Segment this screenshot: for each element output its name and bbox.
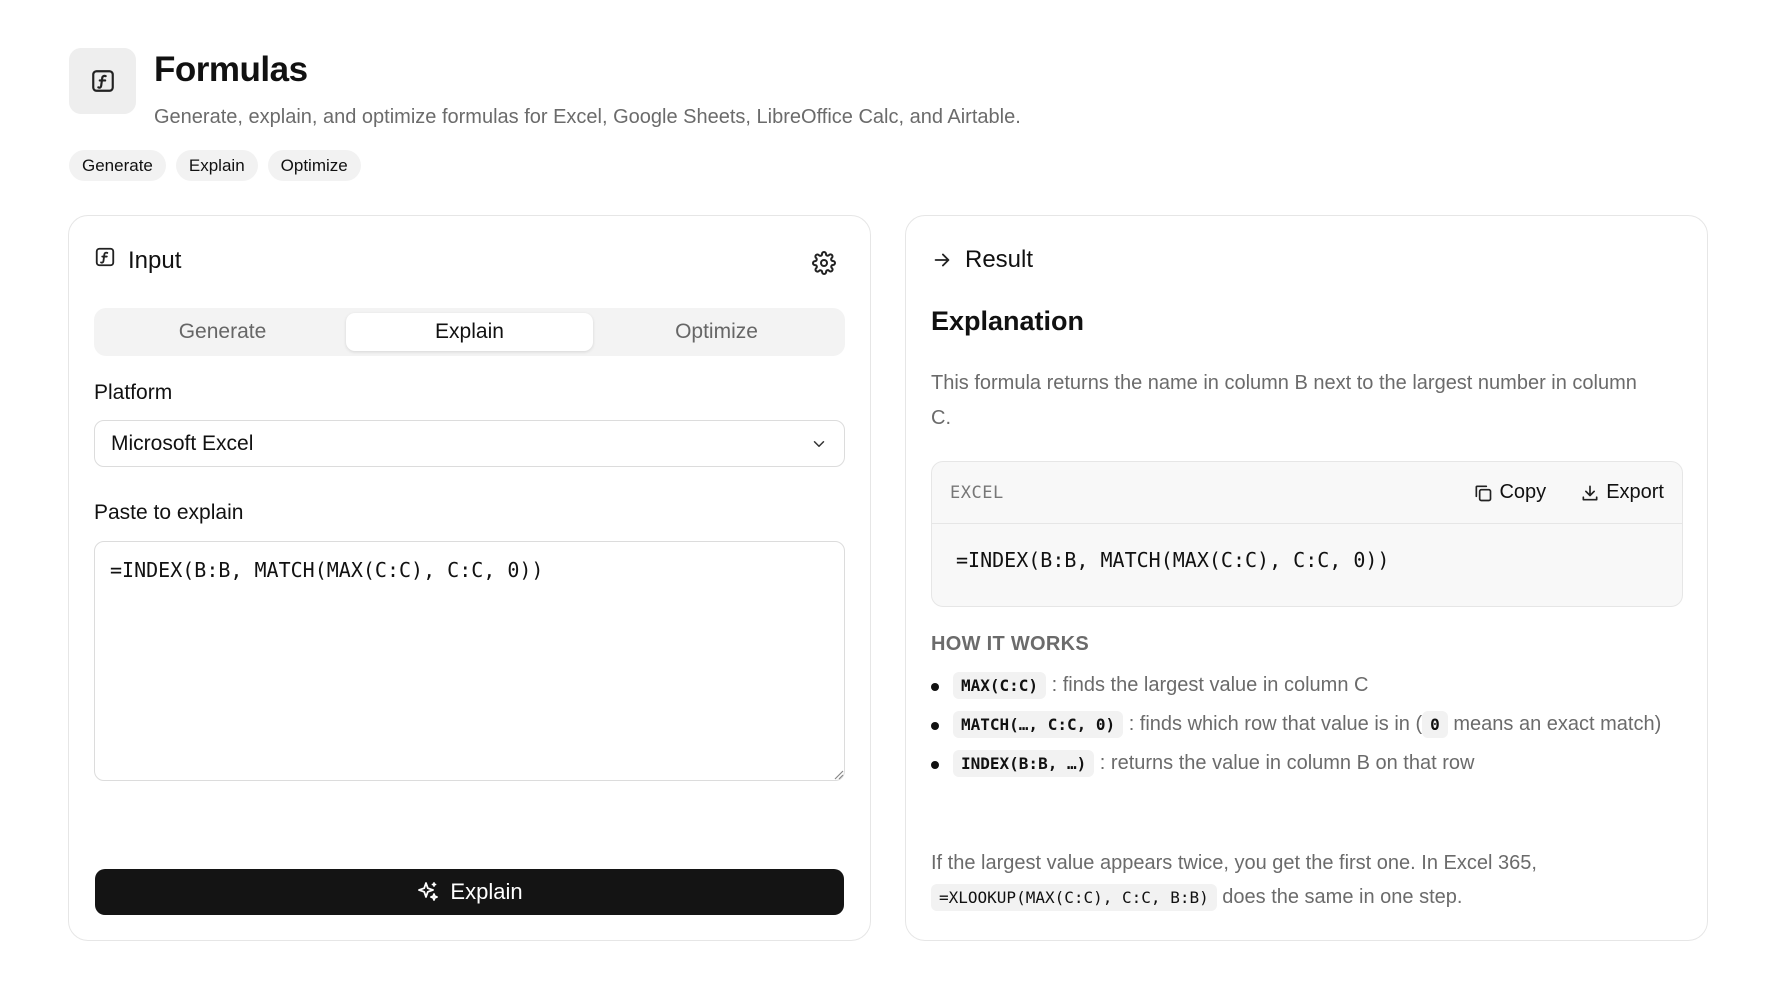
input-card-header: Input	[94, 246, 181, 275]
how-it-works-list: MAX(C:C) : finds the largest value in co…	[931, 671, 1681, 788]
page-title: Formulas	[154, 50, 308, 89]
footer-note: If the largest value appears twice, you …	[931, 846, 1681, 914]
sparkles-icon	[418, 882, 439, 901]
chip-optimize: Optimize	[267, 150, 361, 181]
chip-explain: Explain	[175, 150, 258, 181]
arrow-right-icon	[934, 253, 950, 267]
formula-input[interactable]: =INDEX(B:B, MATCH(MAX(C:C), C:C, 0))	[94, 541, 845, 781]
function-icon	[94, 246, 116, 275]
export-button[interactable]: Export	[1580, 481, 1664, 504]
explain-button[interactable]: Explain	[95, 869, 844, 915]
platform-label: Platform	[94, 381, 173, 404]
explain-button-label: Explain	[450, 879, 523, 904]
copy-label: Copy	[1499, 481, 1547, 503]
chevron-down-icon	[813, 440, 825, 447]
note-suffix: does the same in one step.	[1216, 886, 1463, 908]
code-actions: Copy Export	[1473, 481, 1664, 504]
mode-tabs: Generate Explain Optimize	[94, 308, 845, 356]
inline-code: 0	[1422, 711, 1448, 738]
gear-icon	[812, 251, 836, 275]
explanation-title: Explanation	[931, 306, 1085, 336]
tab-optimize[interactable]: Optimize	[593, 313, 840, 351]
step-text: : returns the value in column B on that …	[1099, 752, 1475, 774]
copy-icon	[1475, 485, 1492, 501]
input-card: Input Generate Explain Optimize Platform…	[68, 215, 871, 941]
platform-select[interactable]: Microsoft Excel	[94, 420, 845, 467]
inline-code: INDEX(B:B, …)	[953, 750, 1095, 777]
step-text-2: means an exact match)	[1447, 713, 1662, 735]
inline-code: MATCH(…, C:C, 0)	[953, 711, 1124, 738]
list-item: INDEX(B:B, …) : returns the value in col…	[931, 749, 1681, 778]
note-prefix: If the largest value appears twice, you …	[931, 852, 1537, 874]
result-card-header: Result	[931, 246, 1033, 274]
settings-button[interactable]	[811, 250, 837, 276]
copy-button[interactable]: Copy	[1473, 481, 1546, 504]
how-it-works-title: HOW IT WORKS	[931, 633, 1090, 655]
paste-label: Paste to explain	[94, 501, 244, 524]
list-item: MAX(C:C) : finds the largest value in co…	[931, 671, 1681, 700]
input-card-title: Input	[128, 246, 182, 274]
tab-explain[interactable]: Explain	[346, 313, 593, 351]
inline-code: =XLOOKUP(MAX(C:C), C:C, B:B)	[931, 884, 1217, 911]
step-text: : finds which row that value is in (	[1128, 713, 1423, 735]
feature-chips: Generate Explain Optimize	[69, 150, 361, 181]
platform-select-value: Microsoft Excel	[111, 431, 254, 455]
export-label: Export	[1606, 481, 1664, 503]
code-text: =INDEX(B:B, MATCH(MAX(C:C), C:C, 0))	[956, 548, 1390, 572]
list-item: MATCH(…, C:C, 0) : finds which row that …	[931, 710, 1681, 739]
code-language: EXCEL	[950, 482, 1004, 503]
chip-generate: Generate	[69, 150, 166, 181]
code-toolbar: EXCEL Copy Export	[932, 462, 1682, 524]
step-text: : finds the largest value in column C	[1051, 674, 1369, 696]
resize-grip-icon[interactable]	[832, 768, 844, 780]
download-icon	[1582, 485, 1598, 500]
inline-code: MAX(C:C)	[953, 672, 1047, 699]
tab-generate[interactable]: Generate	[99, 313, 346, 351]
code-block: EXCEL Copy Export =INDEX(B:B, MATCH(MAX(…	[931, 461, 1683, 607]
explanation-body: This formula returns the name in column …	[931, 372, 1637, 429]
result-card-title: Result	[965, 246, 1034, 273]
function-icon	[69, 48, 136, 114]
page-subtitle: Generate, explain, and optimize formulas…	[154, 106, 1021, 128]
result-card: Result Explanation This formula returns …	[905, 215, 1708, 941]
